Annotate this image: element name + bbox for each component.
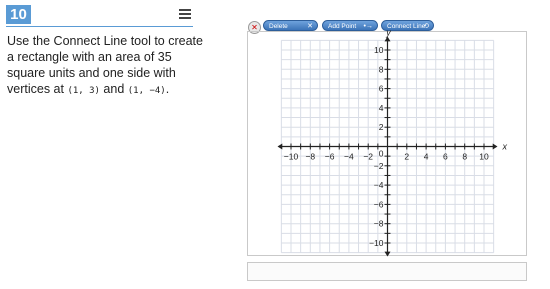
add-point-label: Add Point [328, 23, 357, 30]
add-point-button[interactable]: Add Point •→ [322, 20, 378, 31]
point-a: (1, 3) [67, 86, 100, 96]
connect-line-label: Connect Line [387, 23, 426, 30]
point-b: (1, −4) [127, 86, 166, 96]
header-divider [6, 26, 193, 27]
question-number: 10 [6, 5, 31, 24]
delete-label: Delete [269, 23, 288, 30]
connect-line-button[interactable]: Connect Line ⟲ [381, 20, 434, 31]
prompt-connector: and [99, 82, 128, 96]
prompt-end: . [165, 82, 170, 96]
question-prompt: Use the Connect Line tool to create a re… [7, 33, 207, 99]
menu-icon[interactable] [179, 9, 191, 20]
answer-box[interactable] [247, 262, 527, 281]
graph-frame[interactable] [247, 31, 527, 256]
delete-button[interactable]: Delete ✕ [263, 20, 318, 31]
